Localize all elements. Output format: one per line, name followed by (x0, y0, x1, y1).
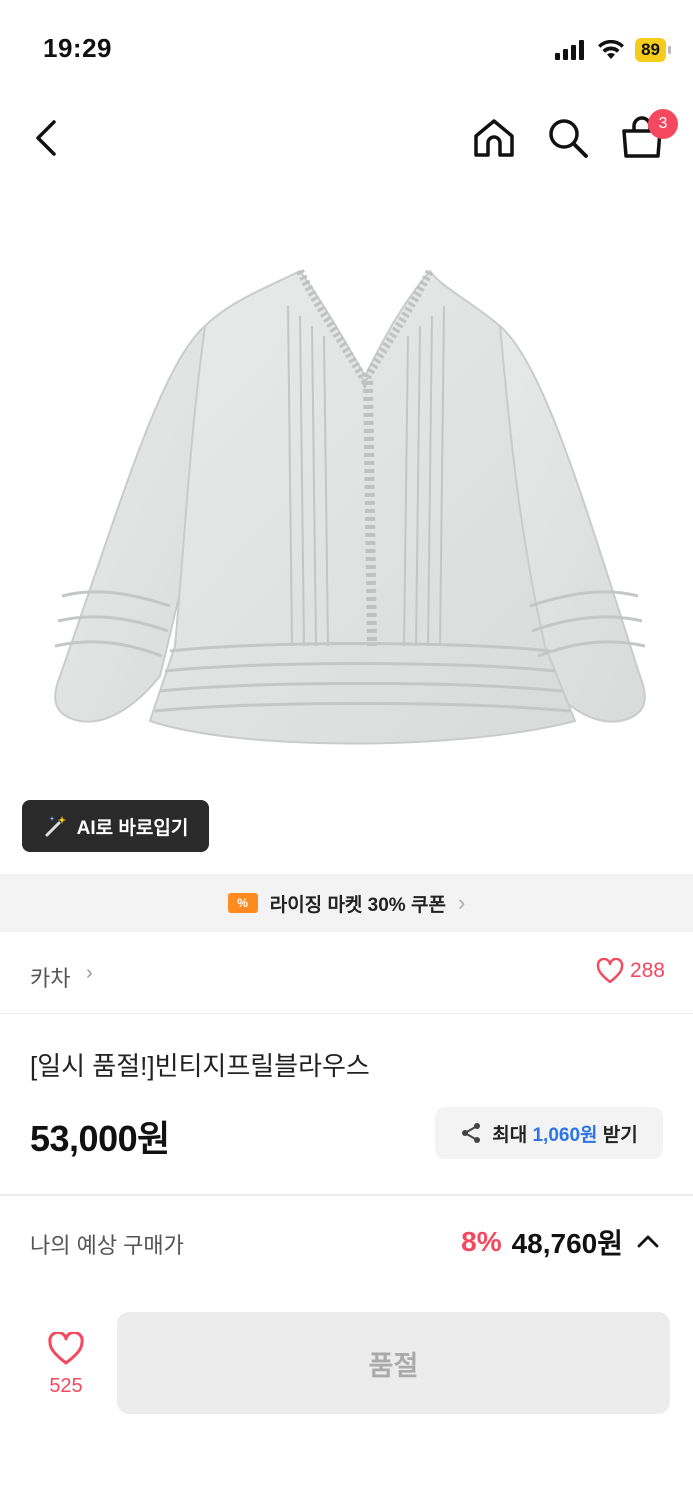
favorite-count: 525 (49, 1375, 83, 1397)
expected-price-value: 8% 48,760원 (461, 1222, 663, 1262)
bottom-action-bar: 525 품절 (0, 1300, 693, 1500)
status-indicators: 89 (555, 38, 671, 62)
heart-icon (596, 958, 624, 984)
magic-wand-icon (45, 816, 66, 837)
product-image[interactable] (0, 176, 693, 874)
ai-try-on-button[interactable]: AI로 바로입기 (22, 800, 209, 852)
product-title: [일시 품절!]빈티지프릴블라우스 (30, 1051, 370, 1081)
product-price: 53,000원 (30, 1118, 170, 1159)
reward-amount: 1,060원 (532, 1124, 598, 1146)
coupon-banner[interactable]: % 라이징 마켓 30% 쿠폰 › (0, 874, 693, 932)
sold-out-button[interactable]: 품절 (117, 1312, 670, 1414)
signal-icon (555, 40, 585, 60)
brand-row: 카차 › 288 (0, 934, 693, 1014)
coupon-icon: % (227, 893, 258, 913)
heart-icon (48, 1330, 84, 1365)
expected-price: 48,760원 (511, 1228, 623, 1259)
reward-text: 최대 1,060원 받기 (492, 1120, 638, 1147)
brand-like-count: 288 (629, 959, 665, 982)
search-icon[interactable] (544, 114, 592, 162)
battery-icon (668, 46, 671, 54)
home-icon[interactable] (470, 114, 518, 162)
top-nav: 3 (0, 100, 693, 176)
status-bar: 19:29 89 (0, 0, 693, 100)
brand-like-button[interactable]: 288 (596, 958, 665, 984)
status-time: 19:29 (43, 33, 112, 63)
chevron-right-icon: › (457, 890, 466, 915)
share-icon (462, 1123, 481, 1143)
chevron-up-icon[interactable] (633, 1227, 663, 1257)
share-reward-button[interactable]: 최대 1,060원 받기 (435, 1107, 663, 1159)
wifi-icon (598, 40, 625, 59)
cart-count-badge: 3 (648, 109, 678, 139)
reward-prefix: 최대 (492, 1124, 528, 1146)
expected-discount: 8% (461, 1226, 502, 1257)
expected-price-label: 나의 예상 구매가 (30, 1233, 184, 1258)
chevron-right-icon: › (86, 962, 93, 984)
ai-try-on-label: AI로 바로입기 (76, 817, 189, 839)
coupon-label: 라이징 마켓 30% 쿠폰 (269, 894, 446, 916)
reward-suffix: 받기 (602, 1124, 638, 1146)
blouse-image (54, 269, 646, 745)
expected-price-row[interactable]: 나의 예상 구매가 8% 48,760원 (0, 1196, 693, 1296)
favorite-button[interactable]: 525 (30, 1330, 102, 1398)
battery-level: 89 (635, 38, 666, 62)
back-arrow-icon[interactable] (28, 116, 68, 160)
brand-name[interactable]: 카차 (30, 961, 70, 993)
